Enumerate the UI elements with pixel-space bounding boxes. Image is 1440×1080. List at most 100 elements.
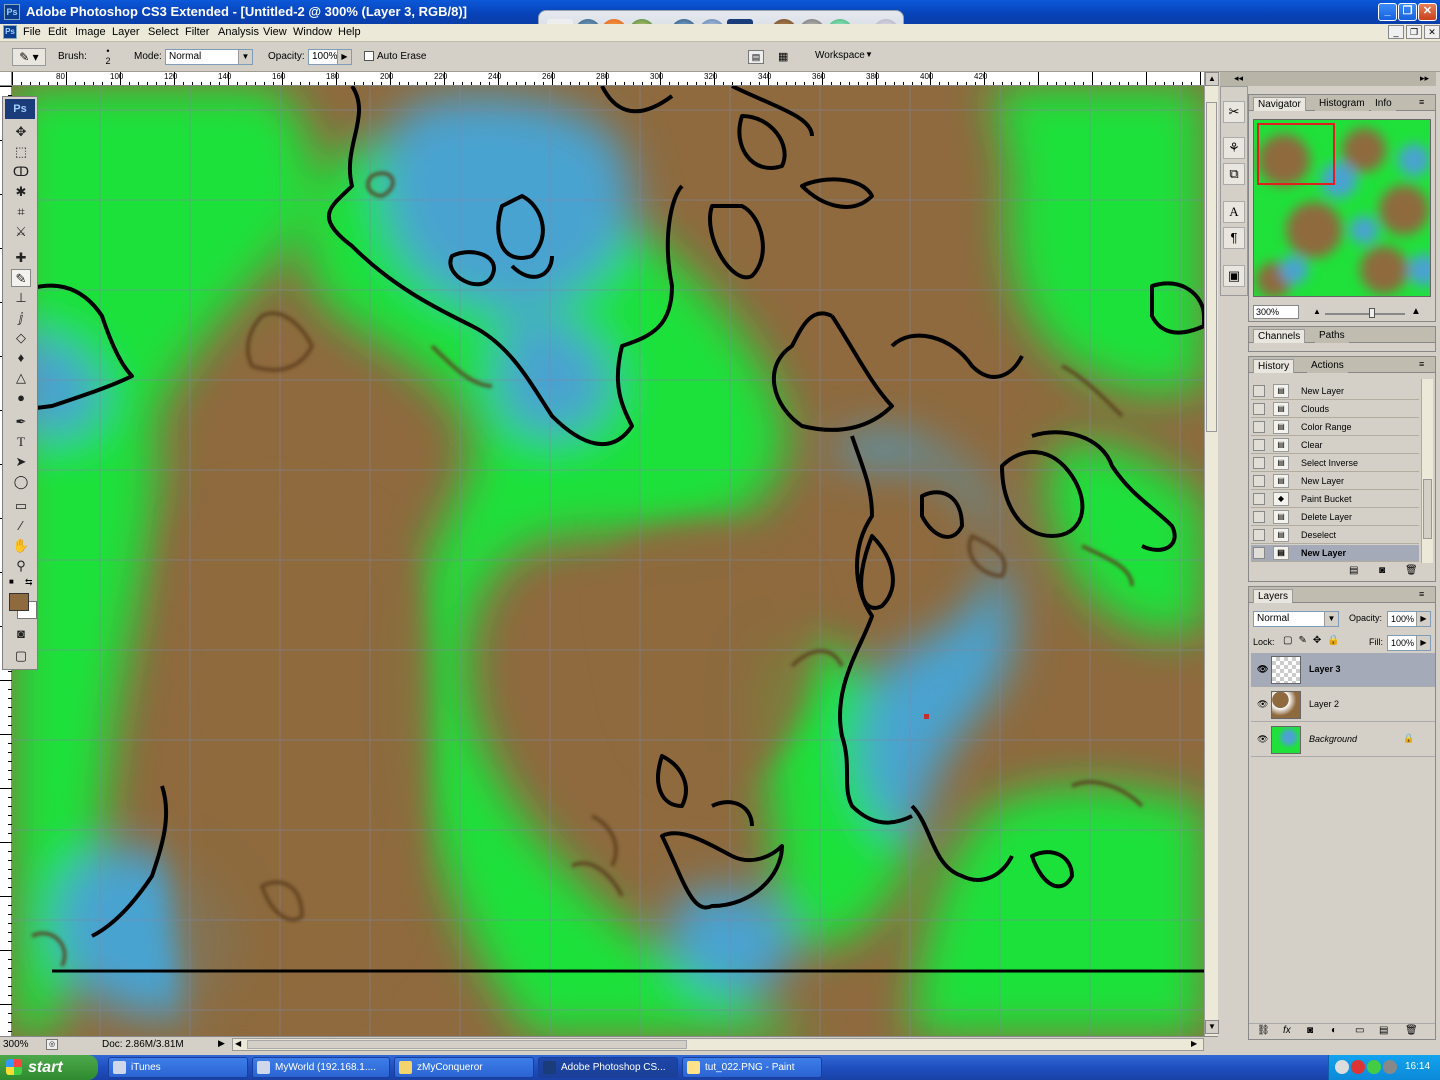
new-layer-icon[interactable]: ▤: [1379, 1025, 1388, 1036]
start-button[interactable]: start: [0, 1055, 98, 1080]
eyedropper-tool-icon[interactable]: ⁄: [11, 517, 31, 535]
messenger-icon[interactable]: [1367, 1060, 1381, 1074]
zoom-slider-thumb[interactable]: [1369, 308, 1375, 318]
document-canvas[interactable]: [12, 86, 1204, 1036]
close-button[interactable]: ✕: [1418, 3, 1437, 21]
vertical-scrollbar[interactable]: ▲ ▼: [1204, 72, 1219, 1036]
history-checkbox[interactable]: [1253, 457, 1265, 469]
scroll-thumb[interactable]: [1206, 102, 1217, 432]
workspace-button[interactable]: Workspace: [815, 50, 865, 61]
menu-edit[interactable]: Edit: [48, 26, 67, 38]
move-tool-icon[interactable]: ✥: [11, 123, 31, 141]
ruler-origin[interactable]: [0, 72, 12, 86]
zoom-slider[interactable]: [1325, 313, 1405, 315]
history-item[interactable]: ▤ Clear: [1251, 437, 1419, 454]
layer-opacity-input[interactable]: 100% ▶: [1387, 611, 1431, 627]
panel-menu-icon[interactable]: ≡: [1419, 97, 1424, 107]
tab-info[interactable]: Info: [1371, 97, 1396, 111]
layer-row[interactable]: 👁 Layer 2: [1251, 688, 1435, 722]
eye-icon[interactable]: 👁: [1257, 699, 1269, 709]
delete-layer-icon[interactable]: 🗑: [1405, 1025, 1418, 1036]
clone-source-icon[interactable]: ⧉: [1223, 163, 1245, 185]
paint-bucket-tool-icon[interactable]: ♦: [11, 349, 31, 367]
tab-navigator[interactable]: Navigator: [1253, 97, 1306, 111]
new-group-icon[interactable]: ▭: [1355, 1025, 1364, 1036]
zoom-out-icon[interactable]: ▲: [1313, 307, 1321, 316]
menu-filter[interactable]: Filter: [185, 26, 209, 38]
history-scrollbar[interactable]: [1421, 379, 1433, 563]
menu-image[interactable]: Image: [75, 26, 106, 38]
h-scroll-thumb[interactable]: [247, 1040, 687, 1049]
tool-presets-icon[interactable]: ✂: [1223, 101, 1245, 123]
pencil-preset-icon[interactable]: ✎ ▾: [12, 48, 46, 66]
history-item-selected[interactable]: ▤ New Layer: [1251, 545, 1419, 562]
tab-actions[interactable]: Actions: [1307, 359, 1348, 373]
menu-window[interactable]: Window: [293, 26, 332, 38]
history-item[interactable]: ▤ Select Inverse: [1251, 455, 1419, 472]
document-icon[interactable]: Ps: [3, 25, 17, 39]
photoshop-logo[interactable]: Ps: [5, 99, 35, 119]
path-selection-tool-icon[interactable]: ➤: [11, 453, 31, 471]
history-checkbox[interactable]: [1253, 403, 1265, 415]
paragraph-icon[interactable]: ¶: [1223, 227, 1245, 249]
fill-input[interactable]: 100% ▶: [1387, 635, 1431, 651]
history-checkbox[interactable]: [1253, 439, 1265, 451]
trash-icon[interactable]: 🗑: [1405, 565, 1418, 576]
healing-brush-tool-icon[interactable]: ✚: [11, 249, 31, 267]
dodge-tool-icon[interactable]: ●: [11, 389, 31, 407]
magic-wand-tool-icon[interactable]: ✱: [11, 183, 31, 201]
mode-select[interactable]: Normal ▼: [165, 49, 253, 65]
history-item[interactable]: ▤ Color Range: [1251, 419, 1419, 436]
menu-analysis[interactable]: Analysis: [218, 26, 259, 38]
zoom-tool-icon[interactable]: ⚲: [11, 557, 31, 575]
security-icon[interactable]: [1351, 1060, 1365, 1074]
status-menu-icon[interactable]: ◎: [46, 1039, 58, 1050]
task-photoshop[interactable]: Adobe Photoshop CS...: [538, 1057, 678, 1078]
navigator-zoom-input[interactable]: 300%: [1253, 305, 1299, 319]
palette-well-icon[interactable]: ▤: [748, 50, 764, 64]
maximize-button[interactable]: ❐: [1398, 3, 1417, 21]
tab-paths[interactable]: Paths: [1315, 329, 1349, 343]
menu-select[interactable]: Select: [148, 26, 179, 38]
task-myworld[interactable]: MyWorld (192.168.1....: [252, 1057, 390, 1078]
eraser-tool-icon[interactable]: ◇: [11, 329, 31, 347]
task-paint[interactable]: tut_022.PNG - Paint: [682, 1057, 822, 1078]
layer-comps-icon[interactable]: ▣: [1223, 265, 1245, 287]
opacity-input[interactable]: 100% ▶: [308, 49, 352, 65]
volume-icon[interactable]: [1383, 1060, 1397, 1074]
layer-mask-icon[interactable]: ◙: [1307, 1025, 1313, 1036]
adjustment-layer-icon[interactable]: ◐: [1331, 1025, 1337, 1036]
hand-tool-icon[interactable]: ✋: [11, 537, 31, 555]
layer-row-selected[interactable]: 👁 Layer 3: [1251, 653, 1435, 687]
scroll-up-button[interactable]: ▲: [1205, 72, 1219, 86]
auto-erase-checkbox[interactable]: [364, 51, 374, 61]
status-arrow-icon[interactable]: ▶: [218, 1038, 225, 1049]
history-checkbox[interactable]: [1253, 385, 1265, 397]
default-colors-icon[interactable]: ■: [9, 577, 17, 586]
pencil-tool-icon[interactable]: ✎: [11, 269, 31, 287]
history-checkbox[interactable]: [1253, 529, 1265, 541]
task-zmyconqueror[interactable]: zMyConqueror: [394, 1057, 534, 1078]
eye-icon[interactable]: 👁: [1257, 664, 1269, 674]
screen-mode-icon[interactable]: ▢: [11, 647, 31, 665]
navigator-thumbnail[interactable]: [1253, 119, 1431, 297]
brush-picker[interactable]: • 2: [92, 46, 124, 68]
history-brush-tool-icon[interactable]: ⅉ: [11, 309, 31, 327]
history-checkbox[interactable]: [1253, 547, 1265, 559]
history-item[interactable]: ▤ New Layer: [1251, 383, 1419, 400]
collapse-icon[interactable]: ◂◂: [1234, 73, 1243, 84]
new-snapshot-icon[interactable]: ◙: [1379, 565, 1385, 576]
scroll-left-button[interactable]: ◀: [235, 1039, 245, 1050]
history-item[interactable]: ▤ Deselect: [1251, 527, 1419, 544]
tab-layers[interactable]: Layers: [1253, 589, 1294, 603]
blur-tool-icon[interactable]: △: [11, 369, 31, 387]
history-item[interactable]: ▤ New Layer: [1251, 473, 1419, 490]
history-checkbox[interactable]: [1253, 511, 1265, 523]
menu-layer[interactable]: Layer: [112, 26, 140, 38]
notes-tool-icon[interactable]: ▭: [11, 497, 31, 515]
menu-file[interactable]: File: [23, 26, 41, 38]
history-checkbox[interactable]: [1253, 493, 1265, 505]
workspace-chevron-icon[interactable]: ▼: [865, 50, 873, 59]
eye-icon[interactable]: 👁: [1257, 734, 1269, 744]
history-item[interactable]: ▤ Clouds: [1251, 401, 1419, 418]
